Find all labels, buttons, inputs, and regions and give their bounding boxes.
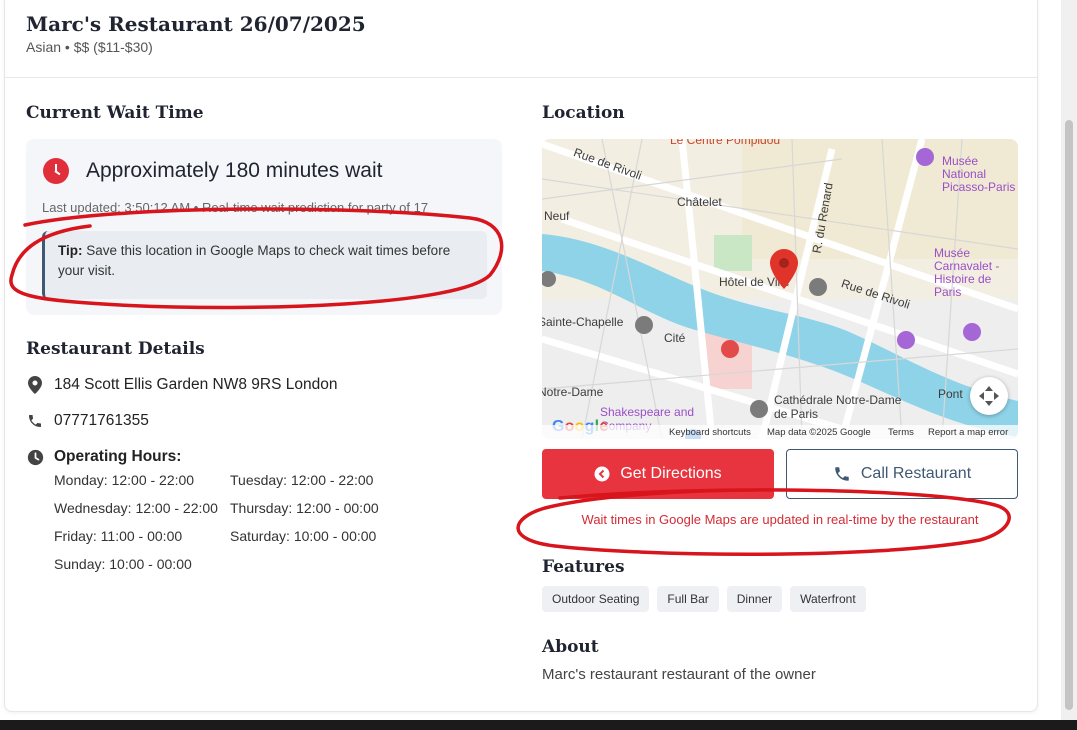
location-section-title: Location	[542, 103, 625, 123]
clock-icon	[43, 158, 69, 184]
tip-callout: Tip: Save this location in Google Maps t…	[42, 231, 487, 299]
clock-icon	[26, 448, 44, 466]
restaurant-subtitle: Asian • $$ ($11-$30)	[26, 39, 153, 55]
about-text: Marc's restaurant restaurant of the owne…	[542, 666, 816, 683]
feature-tag: Full Bar	[657, 586, 719, 612]
wait-time-box: Approximately 180 minutes wait Last upda…	[26, 139, 502, 315]
hours-wednesday: Wednesday: 12:00 - 22:00	[54, 500, 218, 516]
map-recenter-button[interactable]	[970, 377, 1008, 415]
restaurant-card: Marc's Restaurant 26/07/2025 Asian • $$ …	[4, 0, 1038, 712]
feature-tag: Outdoor Seating	[542, 586, 650, 612]
map-keyboard-shortcuts[interactable]: Keyboard shortcuts	[669, 427, 751, 438]
features-section-title: Features	[542, 557, 625, 577]
wait-section-title: Current Wait Time	[26, 103, 204, 123]
map-label-carnavalet: Musée Carnavalet - Histoire de Paris	[934, 246, 1000, 299]
tip-label: Tip:	[58, 243, 83, 258]
hours-sunday: Sunday: 10:00 - 00:00	[54, 556, 192, 572]
about-section-title: About	[542, 637, 599, 657]
map-label-notre-dame: Notre-Dame	[542, 385, 604, 399]
phone-icon	[26, 412, 44, 430]
get-directions-label: Get Directions	[620, 465, 722, 482]
map-report-error-link[interactable]: Report a map error	[928, 427, 1008, 438]
map-label-pompidou: Le Centre Pompidou	[670, 139, 781, 147]
address-text: 184 Scott Ellis Garden NW8 9RS London	[54, 376, 338, 393]
map-label-chatelet: Châtelet	[677, 195, 722, 209]
phone-row: 07771761355	[26, 412, 149, 430]
header-divider	[5, 77, 1037, 78]
operating-hours-list: Monday: 12:00 - 22:00 Tuesday: 12:00 - 2…	[54, 472, 394, 574]
map-label-sainte-chapelle: Sainte-Chapelle	[542, 315, 624, 329]
address-row: 184 Scott Ellis Garden NW8 9RS London	[26, 376, 337, 394]
directions-icon	[594, 466, 610, 482]
feature-tag: Dinner	[726, 586, 783, 612]
call-restaurant-label: Call Restaurant	[860, 465, 972, 482]
realtime-note: Wait times in Google Maps are updated in…	[581, 512, 979, 527]
phone-text[interactable]: 07771761355	[54, 412, 149, 430]
map-label-pont: Pont	[938, 387, 963, 401]
hours-tuesday: Tuesday: 12:00 - 22:00	[230, 472, 374, 488]
call-restaurant-button[interactable]: Call Restaurant	[786, 449, 1018, 499]
feature-tag: Waterfront	[790, 586, 866, 612]
map-label-picasso: Musée National Picasso-Paris	[942, 154, 1016, 194]
scrollbar-thumb[interactable]	[1065, 120, 1073, 710]
hours-row: Operating Hours:	[26, 448, 181, 466]
hours-monday: Monday: 12:00 - 22:00	[54, 472, 195, 488]
feature-tags: Outdoor Seating Full Bar Dinner Waterfro…	[542, 586, 866, 612]
page-title: Marc's Restaurant 26/07/2025	[26, 12, 366, 36]
details-section-title: Restaurant Details	[26, 339, 205, 359]
hours-saturday: Saturday: 10:00 - 00:00	[230, 528, 377, 544]
map-footer: Keyboard shortcuts Map data ©2025 Google…	[542, 425, 1018, 439]
map-label-cathedrale: Cathédrale Notre-Dame de Paris	[774, 393, 902, 421]
location-pin-icon	[26, 376, 44, 394]
map-label-cite: Cité	[664, 331, 686, 345]
map-terms-link[interactable]: Terms	[888, 427, 914, 438]
wait-estimate: Approximately 180 minutes wait	[86, 159, 383, 182]
phone-icon	[833, 465, 851, 483]
tip-text: Save this location in Google Maps to che…	[58, 243, 451, 278]
map-data-credit: Map data ©2025 Google	[767, 427, 871, 438]
map-label-neuf: Neuf	[544, 209, 570, 223]
crosshair-icon	[979, 386, 999, 406]
google-map[interactable]: Le Centre Pompidou Rue de Rivoli Châtele…	[542, 139, 1018, 439]
hours-friday: Friday: 11:00 - 00:00	[54, 528, 183, 544]
taskbar-strip	[0, 720, 1077, 730]
wait-last-updated: Last updated: 3:50:12 AM • Real-time wai…	[42, 200, 429, 215]
get-directions-button[interactable]: Get Directions	[542, 449, 774, 499]
hours-title: Operating Hours:	[54, 448, 182, 465]
hours-thursday: Thursday: 12:00 - 00:00	[230, 500, 379, 516]
